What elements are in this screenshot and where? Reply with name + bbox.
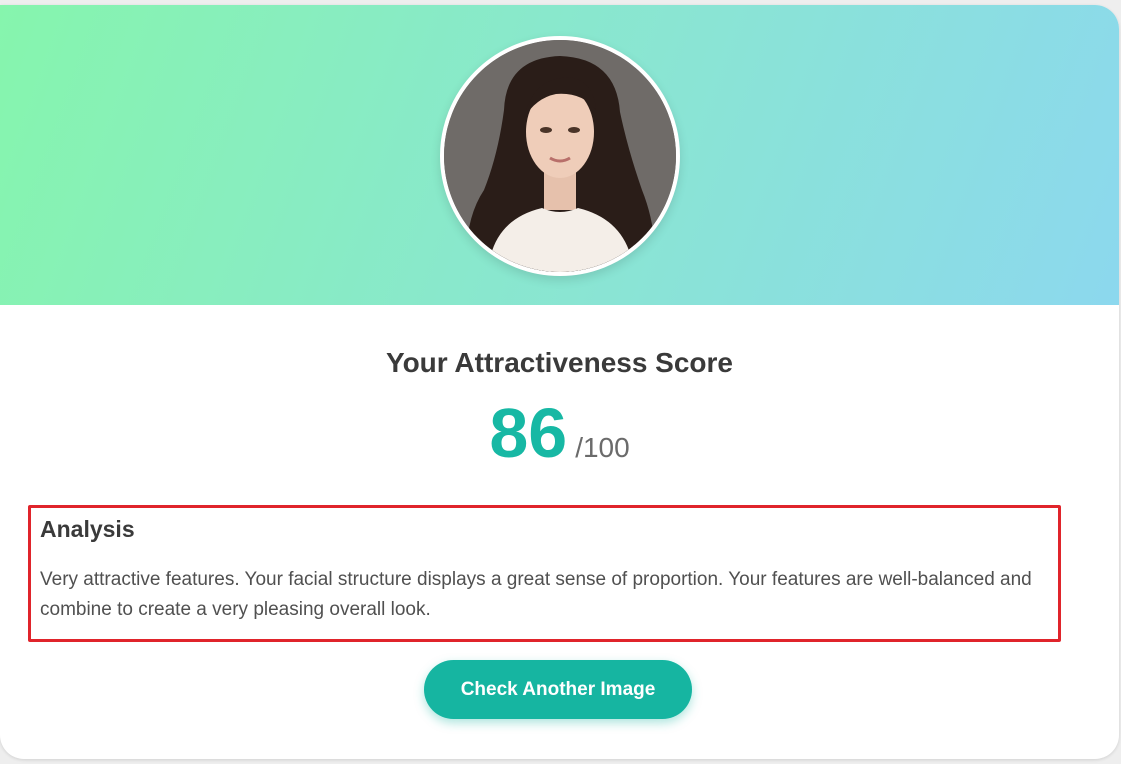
- score-max: /100: [575, 432, 630, 463]
- analysis-section: Analysis Very attractive features. Your …: [28, 505, 1061, 642]
- analysis-heading: Analysis: [40, 516, 135, 542]
- analysis-text: Very attractive features. Your facial st…: [40, 569, 1032, 620]
- check-another-image-button[interactable]: Check Another Image: [424, 660, 692, 719]
- score-title: Your Attractiveness Score: [385, 347, 734, 378]
- score-value: 86: [489, 394, 568, 472]
- score-display: 86/100: [0, 393, 1119, 473]
- result-card: Your Attractiveness Score 86/100 Analysi…: [0, 5, 1119, 759]
- uploaded-photo: [440, 36, 680, 276]
